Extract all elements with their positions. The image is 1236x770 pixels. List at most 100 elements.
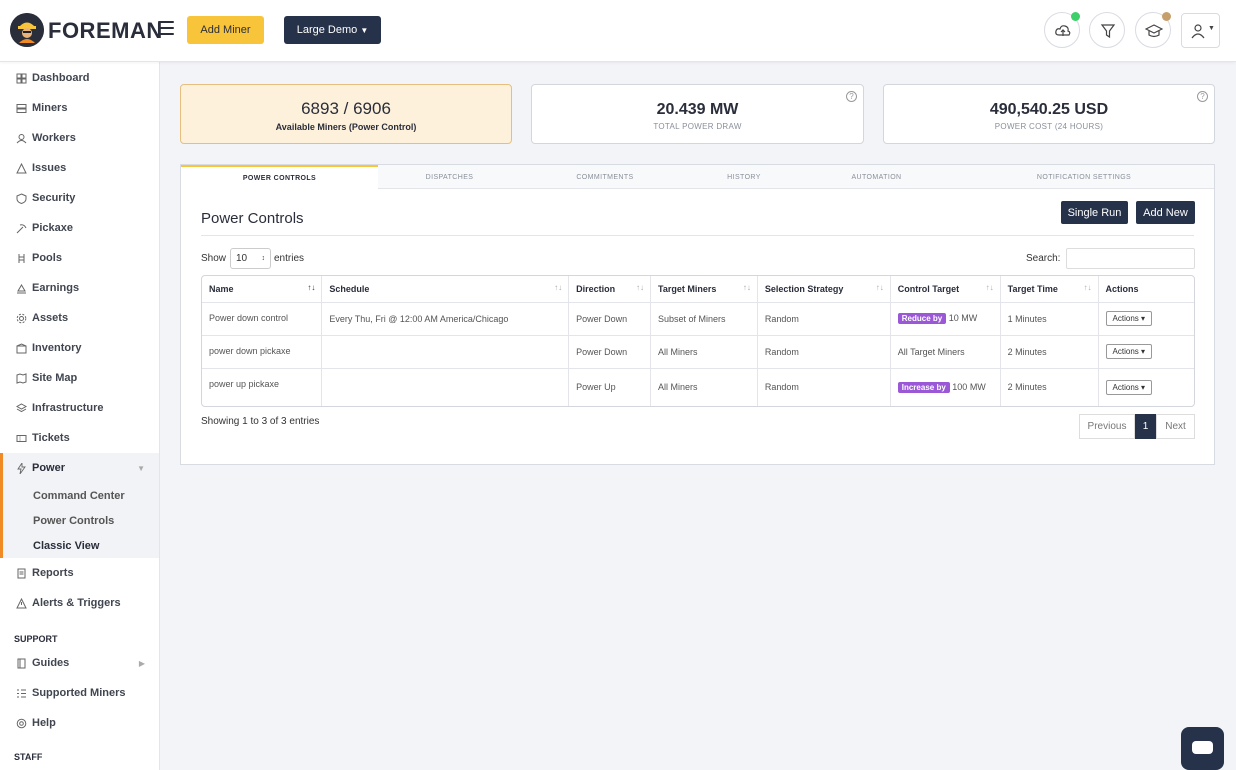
table-row[interactable]: Power down control Every Thu, Fri @ 12:00… <box>202 302 1194 336</box>
actions-cell: Actions ▾ <box>1098 302 1194 336</box>
sidebar-item-assets[interactable]: Assets <box>0 303 159 333</box>
sidebar-item-miners[interactable]: Miners <box>0 93 159 123</box>
power-draw-card: 20.439 MW TOTAL POWER DRAW ? <box>531 84 864 144</box>
support-section-label: SUPPORT <box>14 634 58 644</box>
sidebar-item-label: Tickets <box>32 432 70 444</box>
tab-bar: POWER CONTROLS DISPATCHES COMMITMENTS HI… <box>181 165 1214 189</box>
sort-icon[interactable]: ↑↓ <box>307 283 315 292</box>
lightning-icon <box>16 461 27 474</box>
tab-dispatches[interactable]: DISPATCHES <box>378 165 521 189</box>
add-new-button[interactable]: Add New <box>1136 201 1195 224</box>
sidebar-item-inventory[interactable]: Inventory <box>0 333 159 363</box>
sort-icon[interactable]: ↑↓ <box>986 283 994 292</box>
tab-automation[interactable]: AUTOMATION <box>799 165 954 189</box>
actions-dropdown-button[interactable]: Actions ▾ <box>1105 344 1153 359</box>
available-miners-label: Available Miners (Power Control) <box>275 122 417 132</box>
upload-button[interactable] <box>1044 12 1080 48</box>
previous-page-button[interactable]: Previous <box>1079 414 1135 439</box>
column-header-target-time[interactable]: Target Time ↑↓ <box>1000 276 1099 303</box>
target-miners-cell: Subset of Miners <box>650 302 758 336</box>
strategy-cell: Random <box>757 302 891 336</box>
column-header-label: Target Time <box>1007 283 1058 294</box>
control-target-badge: Increase by <box>897 381 950 393</box>
add-miner-button[interactable]: Add Miner <box>187 16 264 44</box>
sort-icon[interactable]: ↑↓ <box>743 283 751 292</box>
filter-button[interactable] <box>1089 12 1125 48</box>
sidebar-subitem-power-controls[interactable]: Power Controls <box>0 508 159 533</box>
learn-button[interactable] <box>1135 12 1171 48</box>
cloud-upload-icon <box>1055 25 1071 36</box>
panel-title: Power Controls <box>201 210 304 227</box>
column-header-control-target[interactable]: Control Target ↑↓ <box>890 276 1001 303</box>
chat-button[interactable] <box>1181 727 1224 770</box>
sidebar-item-site-map[interactable]: Site Map <box>0 363 159 393</box>
tab-history[interactable]: HISTORY <box>689 165 799 189</box>
sidebar-item-label: Pickaxe <box>32 222 73 234</box>
sidebar-item-alerts-triggers[interactable]: Alerts & Triggers <box>0 588 159 618</box>
table-row[interactable]: power down pickaxe Power Down All Miners Ra… <box>202 335 1194 369</box>
control-target-cell: All Target Miners <box>890 335 1001 369</box>
tab-power-controls[interactable]: POWER CONTROLS <box>181 165 378 189</box>
sidebar-subitem-classic-view[interactable]: Classic View <box>0 533 159 558</box>
report-icon <box>16 568 27 579</box>
column-header-target-miners[interactable]: Target Miners ↑↓ <box>650 276 758 303</box>
sort-icon[interactable]: ↑↓ <box>554 283 562 292</box>
sidebar-item-reports[interactable]: Reports <box>0 558 159 588</box>
sidebar-item-earnings[interactable]: Earnings <box>0 273 159 303</box>
menu-toggle-icon[interactable] <box>158 21 174 35</box>
table-row[interactable]: power up pickaxe Power Up All Miners Random… <box>202 368 1194 406</box>
sidebar-item-label: Miners <box>32 102 68 114</box>
sidebar-subitem-command-center[interactable]: Command Center <box>0 483 159 508</box>
tab-notification-settings[interactable]: NOTIFICATION SETTINGS <box>954 165 1214 189</box>
help-icon[interactable]: ? <box>846 91 857 102</box>
chat-icon <box>1192 741 1213 754</box>
sidebar-item-pools[interactable]: Pools <box>0 243 159 273</box>
user-icon <box>1191 24 1205 39</box>
sidebar-item-security[interactable]: Security <box>0 183 159 213</box>
sidebar-item-supported-miners[interactable]: Supported Miners <box>0 678 159 708</box>
actions-dropdown-button[interactable]: Actions ▾ <box>1105 311 1153 326</box>
list-icon <box>16 688 27 699</box>
help-icon[interactable]: ? <box>1197 91 1208 102</box>
sort-icon[interactable]: ↑↓ <box>876 283 884 292</box>
sidebar-item-workers[interactable]: Workers <box>0 123 159 153</box>
sidebar-item-label: Site Map <box>32 372 78 384</box>
sidebar-item-tickets[interactable]: Tickets <box>0 423 159 453</box>
sidebar-item-issues[interactable]: Issues <box>0 153 159 183</box>
entries-select[interactable]: 10 ↕ <box>230 248 271 269</box>
tab-commitments[interactable]: COMMITMENTS <box>521 165 689 189</box>
power-cost-label: POWER COST (24 HOURS) <box>994 122 1104 131</box>
sort-icon[interactable]: ↑↓ <box>636 283 644 292</box>
warning-icon <box>16 162 27 174</box>
column-header-direction[interactable]: Direction ↑↓ <box>568 276 652 303</box>
sidebar-item-pickaxe[interactable]: Pickaxe <box>0 213 159 243</box>
schedule-cell <box>321 368 570 406</box>
column-header-name[interactable]: Name ↑↓ <box>202 276 323 303</box>
sidebar-item-label: Infrastructure <box>32 402 104 414</box>
sidebar-item-guides[interactable]: Guides ▶ <box>0 648 159 678</box>
control-target-badge: Reduce by <box>897 313 947 324</box>
sort-icon[interactable]: ↑↓ <box>1084 283 1092 292</box>
actions-dropdown-button[interactable]: Actions ▾ <box>1105 379 1153 395</box>
foreman-logo[interactable] <box>10 13 44 47</box>
column-header-selection-strategy[interactable]: Selection Strategy ↑↓ <box>757 276 891 303</box>
user-menu-button[interactable]: ▼ <box>1181 13 1220 48</box>
sidebar-item-label: Power <box>32 462 66 474</box>
sidebar-item-power[interactable]: Power ▼ <box>0 453 159 483</box>
next-page-button[interactable]: Next <box>1156 414 1195 439</box>
single-run-button[interactable]: Single Run <box>1061 201 1128 224</box>
power-draw-value: 20.439 MW <box>656 101 739 118</box>
sidebar-item-infrastructure[interactable]: Infrastructure <box>0 393 159 423</box>
page-1-button[interactable]: 1 <box>1135 414 1156 439</box>
column-header-label: Schedule <box>329 283 370 294</box>
schedule-cell: Every Thu, Fri @ 12:00 AM America/Chicag… <box>321 302 570 336</box>
sidebar-item-dashboard[interactable]: Dashboard <box>0 63 159 93</box>
workers-icon <box>16 133 27 144</box>
search-input[interactable] <box>1066 248 1195 269</box>
demo-selector-button[interactable]: Large Demo ▼ <box>284 16 381 44</box>
search-label: Search: <box>1026 253 1061 264</box>
sidebar-item-help[interactable]: Help <box>0 708 159 738</box>
column-header-schedule[interactable]: Schedule ↑↓ <box>321 276 570 303</box>
control-target-value: 10 MW <box>948 313 978 323</box>
alert-icon <box>16 597 27 609</box>
